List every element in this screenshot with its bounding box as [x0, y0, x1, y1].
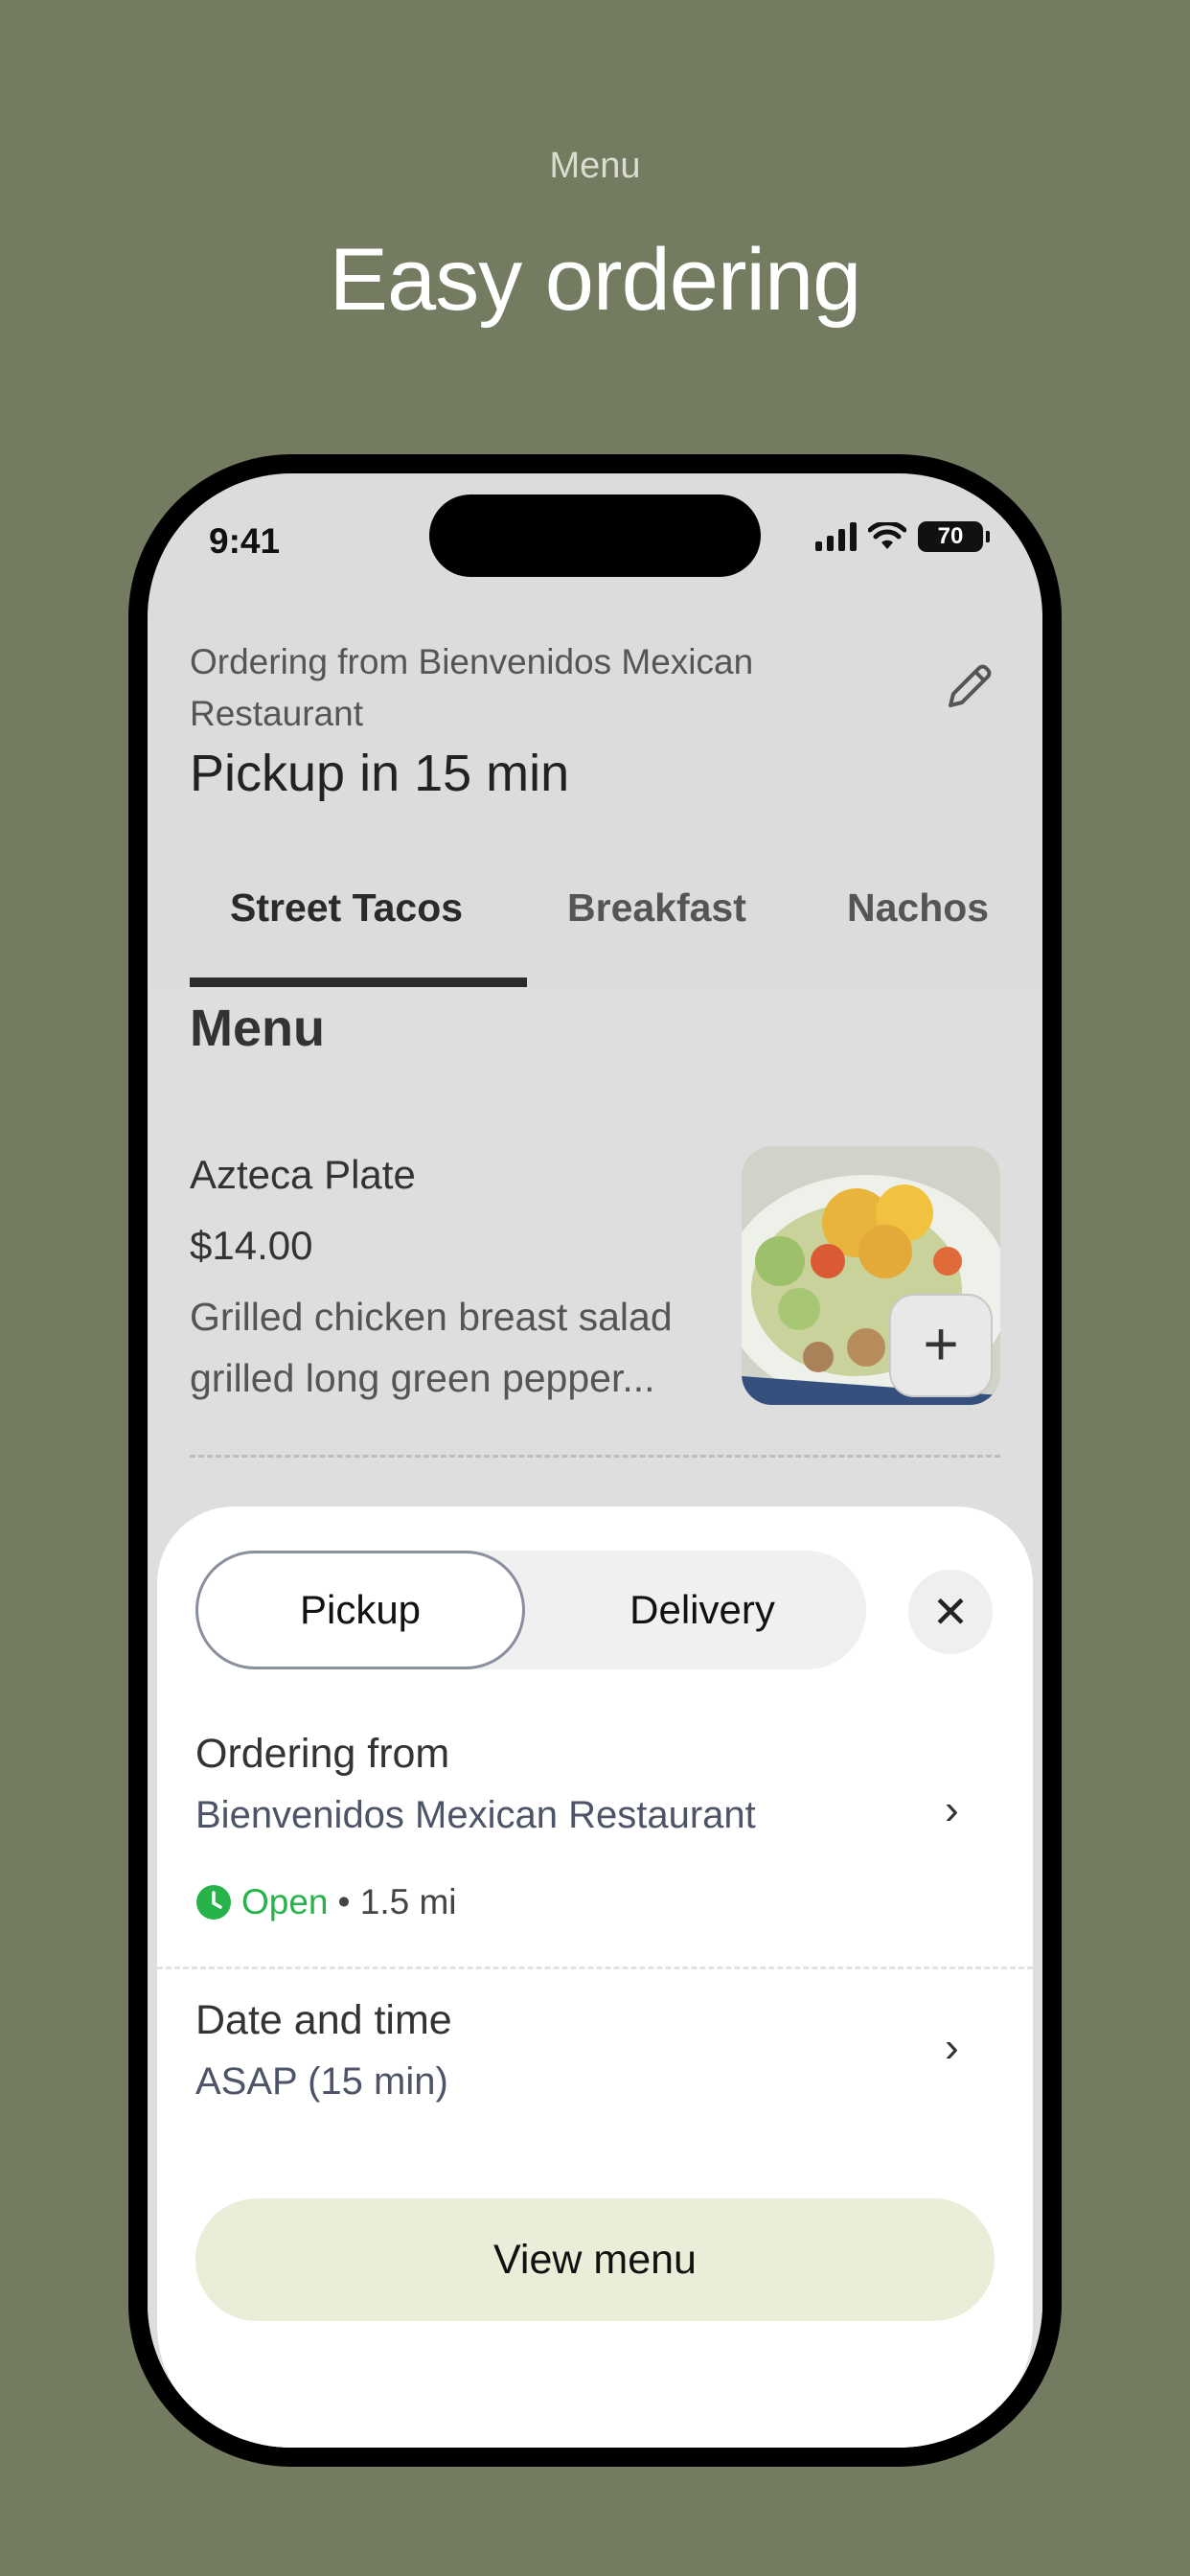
- item-divider: [190, 1455, 1000, 1458]
- tab-nachos[interactable]: Nachos: [847, 886, 989, 931]
- restaurant-status: Open • 1.5 mi: [195, 1882, 457, 1922]
- promo-eyebrow: Menu: [549, 146, 641, 186]
- delivery-option[interactable]: Delivery: [544, 1551, 860, 1669]
- menu-heading: Menu: [190, 1000, 325, 1057]
- add-item-button[interactable]: +: [889, 1294, 993, 1397]
- menu-item-description: Grilled chicken breast salad grilled lon…: [190, 1295, 673, 1400]
- close-icon[interactable]: ✕: [908, 1570, 993, 1654]
- app-screen: 9:41 70 Ordering from Bienvenidos Mexica…: [148, 473, 1042, 2448]
- sheet-divider: [157, 1966, 1033, 1969]
- tab-street-tacos[interactable]: Street Tacos: [230, 886, 463, 931]
- ordering-from-text: Ordering from Bienvenidos Mexican Restau…: [190, 642, 754, 733]
- wifi-icon: [868, 522, 906, 549]
- signal-icon: [815, 522, 857, 551]
- order-mode-toggle: Pickup Delivery: [195, 1551, 866, 1669]
- ordering-from-label: Ordering from: [195, 1731, 450, 1777]
- menu-item-name[interactable]: Azteca Plate: [190, 1152, 416, 1198]
- battery-icon: 70: [918, 521, 990, 552]
- restaurant-name[interactable]: Bienvenidos Mexican Restaurant: [195, 1794, 756, 1837]
- dynamic-island: [429, 494, 761, 577]
- status-time: 9:41: [209, 521, 281, 561]
- pencil-icon[interactable]: [939, 656, 1000, 717]
- phone-frame: 9:41 70 Ordering from Bienvenidos Mexica…: [128, 454, 1062, 2467]
- view-menu-button[interactable]: View menu: [195, 2198, 995, 2321]
- date-time-label: Date and time: [195, 1997, 452, 2043]
- chevron-right-icon[interactable]: ›: [945, 2024, 959, 2072]
- active-tab-indicator: [190, 978, 527, 987]
- distance-text: • 1.5 mi: [337, 1882, 457, 1921]
- clock-icon: [196, 1885, 231, 1920]
- pickup-option[interactable]: Pickup: [195, 1551, 525, 1669]
- order-mode-sheet: Pickup Delivery ✕ Ordering from Bienveni…: [157, 1506, 1033, 2448]
- status-icons: 70: [815, 521, 990, 552]
- date-time-value[interactable]: ASAP (15 min): [195, 2060, 448, 2104]
- menu-item-price: $14.00: [190, 1223, 313, 1268]
- tab-breakfast[interactable]: Breakfast: [567, 886, 746, 931]
- promo-title: Easy ordering: [329, 231, 862, 329]
- open-status: Open: [241, 1882, 329, 1921]
- chevron-right-icon[interactable]: ›: [945, 1786, 959, 1834]
- pickup-time-title: Pickup in 15 min: [190, 745, 570, 802]
